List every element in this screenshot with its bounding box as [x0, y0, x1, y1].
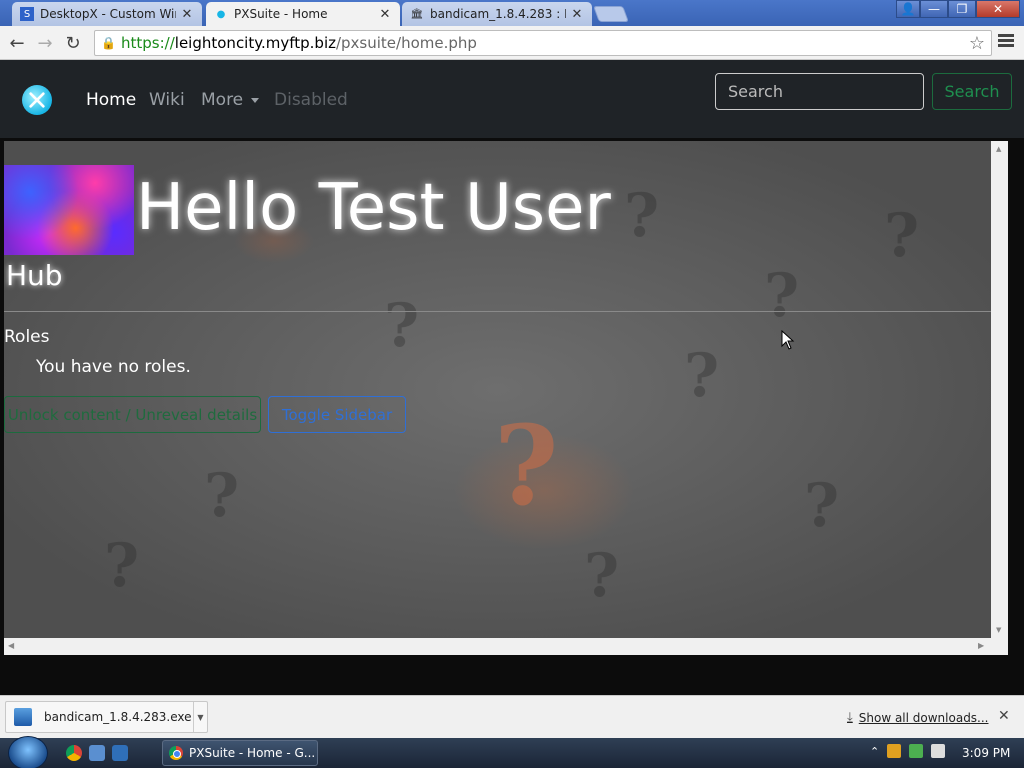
hub-heading: Hub	[6, 259, 63, 292]
taskbar-chrome-task[interactable]: PXSuite - Home - G...	[162, 740, 318, 766]
desktopx-favicon-icon: S	[20, 7, 34, 21]
mouse-cursor-icon	[781, 330, 795, 350]
download-shelf: bandicam_1.8.4.283.exe ▼ ⤓ Show all down…	[0, 695, 1024, 738]
download-item[interactable]: bandicam_1.8.4.283.exe ▼	[5, 701, 208, 733]
tab-strip: S DesktopX - Custom Wind ✕ ● PXSuite - H…	[0, 0, 1024, 26]
clock[interactable]: 3:09 PM	[962, 746, 1010, 760]
explorer-launcher-icon[interactable]	[112, 745, 128, 761]
task-label: PXSuite - Home - G...	[189, 746, 316, 760]
system-tray: ⌃	[870, 744, 946, 758]
tab-bandicam[interactable]: 🏛 bandicam_1.8.4.283 : Band ✕	[402, 2, 592, 26]
greeting-heading: Hello Test User	[136, 171, 611, 245]
main-content: ? ? ? ? ? ? ? ? ? ? Hello Test User Hub …	[4, 141, 991, 638]
forward-icon[interactable]: →	[34, 32, 56, 54]
nav-disabled: Disabled	[274, 90, 348, 110]
scroll-left-icon[interactable]: ◀	[8, 641, 14, 650]
chevron-down-icon[interactable]: ▼	[193, 702, 207, 732]
archive-favicon-icon: 🏛	[410, 8, 424, 20]
background-question-mark-icon: ?	[684, 341, 720, 411]
horizontal-scrollbar[interactable]: ◀ ▶	[4, 638, 1008, 655]
close-icon[interactable]: ✕	[570, 7, 584, 22]
site-navbar: Home Wiki More Disabled Search	[0, 60, 1024, 138]
new-tab-button[interactable]	[593, 6, 629, 22]
address-bar[interactable]: 🔒 https://leightoncity.myftp.biz/pxsuite…	[94, 30, 992, 56]
url-scheme: https://	[121, 34, 175, 52]
download-filename: bandicam_1.8.4.283.exe	[44, 710, 192, 724]
minimize-button[interactable]: —	[920, 0, 948, 18]
chrome-icon	[169, 746, 183, 760]
user-icon[interactable]: 👤	[896, 0, 920, 18]
close-window-button[interactable]: ✕	[976, 0, 1020, 18]
scroll-right-icon[interactable]: ▶	[978, 641, 984, 650]
restore-button[interactable]: ❐	[948, 0, 976, 18]
chrome-launcher-icon[interactable]	[66, 745, 82, 761]
windows-taskbar: PXSuite - Home - G... ⌃ 3:09 PM	[0, 736, 1024, 768]
user-avatar	[4, 165, 134, 255]
toggle-sidebar-button[interactable]: Toggle Sidebar	[268, 396, 406, 433]
background-question-mark-icon: ?	[884, 201, 920, 271]
back-icon[interactable]: ←	[6, 32, 28, 54]
nav-home[interactable]: Home	[86, 90, 136, 110]
background-question-mark-icon: ?	[804, 471, 840, 541]
close-icon[interactable]: ✕	[378, 7, 392, 22]
roles-label: Roles	[4, 327, 50, 347]
background-question-mark-icon: ?	[624, 181, 660, 251]
reload-icon[interactable]: ↻	[62, 32, 84, 54]
show-all-label: Show all downloads...	[858, 710, 989, 725]
bookmark-star-icon[interactable]: ☆	[969, 33, 985, 54]
nav-more-dropdown[interactable]: More	[201, 90, 260, 110]
background-question-mark-icon: ?	[764, 261, 800, 331]
tab-title: PXSuite - Home	[234, 7, 328, 21]
tab-desktopx[interactable]: S DesktopX - Custom Wind ✕	[12, 2, 202, 26]
tab-pxsuite[interactable]: ● PXSuite - Home ✕	[206, 2, 400, 26]
pxsuite-favicon-icon: ●	[216, 8, 226, 20]
scroll-up-icon[interactable]: ▲	[996, 145, 1001, 153]
download-icon: ⤓	[847, 710, 853, 725]
lock-icon: 🔒	[101, 36, 116, 50]
search-button[interactable]: Search	[932, 73, 1012, 110]
background-question-mark-icon: ?	[104, 531, 140, 601]
close-shelf-icon[interactable]: ✕	[998, 708, 1010, 724]
web-page: Home Wiki More Disabled Search ? ? ? ? ?…	[0, 60, 1024, 695]
show-all-downloads-link[interactable]: ⤓ Show all downloads...	[847, 710, 989, 725]
nav-more-label: More	[201, 90, 244, 110]
caret-down-icon	[251, 97, 260, 103]
installer-file-icon	[14, 708, 32, 726]
background-question-mark-icon: ?	[204, 461, 240, 531]
chrome-menu-icon[interactable]	[996, 32, 1016, 52]
security-shield-icon[interactable]	[887, 744, 902, 758]
tray-expand-icon[interactable]: ⌃	[870, 745, 879, 758]
network-icon[interactable]	[909, 744, 924, 758]
url-host: leightoncity.myftp.biz	[174, 34, 336, 52]
background-question-mark-icon: ?	[584, 541, 620, 611]
roles-empty-text: You have no roles.	[36, 357, 191, 377]
vertical-scrollbar[interactable]: ▲ ▼	[991, 141, 1008, 638]
desktop-launcher-icon[interactable]	[89, 745, 105, 761]
brand-logo-icon[interactable]	[22, 85, 52, 115]
browser-toolbar: ← → ↻ 🔒 https://leightoncity.myftp.biz/p…	[0, 26, 1024, 60]
url-path: /pxsuite/home.php	[335, 34, 477, 52]
background-question-mark-icon: ?	[384, 291, 420, 361]
divider	[4, 311, 991, 312]
window-controls: 👤 — ❐ ✕	[896, 0, 1020, 18]
nav-wiki[interactable]: Wiki	[149, 90, 185, 110]
search-input[interactable]	[715, 73, 924, 110]
start-button[interactable]	[8, 736, 48, 768]
scroll-down-icon[interactable]: ▼	[996, 626, 1001, 634]
close-icon[interactable]: ✕	[180, 7, 194, 22]
tab-title: bandicam_1.8.4.283 : Band	[430, 7, 566, 21]
background-question-mark-icon: ?	[494, 401, 559, 530]
obscured-button[interactable]: Unlock content / Unreveal details	[4, 396, 261, 433]
tab-title: DesktopX - Custom Wind	[40, 7, 176, 21]
volume-muted-icon[interactable]	[931, 744, 946, 758]
